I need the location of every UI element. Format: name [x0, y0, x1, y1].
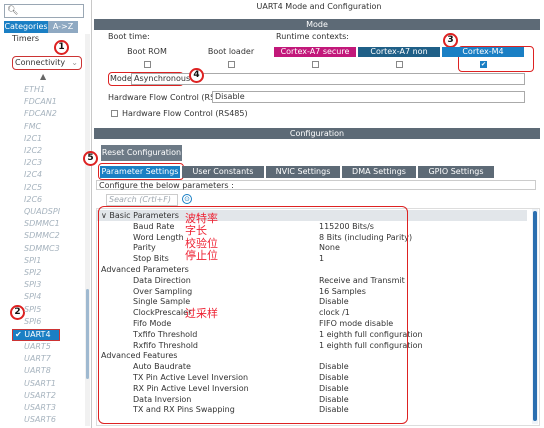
peripheral-spi4[interactable]: SPI4	[24, 292, 41, 301]
annot-oversample: 过采样	[185, 307, 218, 320]
peripheral-fmc[interactable]: FMC	[24, 122, 41, 131]
annot-stop: 停止位	[185, 249, 218, 262]
peripheral-uart4[interactable]: ✔ UART4	[12, 329, 60, 341]
rs485-checkbox[interactable]	[111, 110, 118, 117]
tab-user-constants[interactable]: User Constants	[182, 166, 264, 178]
peripheral-eth1[interactable]: ETH1	[24, 85, 45, 94]
peripheral-i2c4[interactable]: I2C4	[24, 170, 42, 179]
context-header-0: Boot ROM	[106, 47, 188, 57]
param-scrollbar[interactable]	[532, 209, 538, 424]
context-checkbox-4[interactable]: ✔	[480, 61, 487, 68]
boot-time-label: Boot time:	[108, 32, 150, 41]
category-timers[interactable]: Timers	[12, 34, 39, 43]
peripheral-i2c2[interactable]: I2C2	[24, 146, 42, 155]
tab-nvic-settings[interactable]: NVIC Settings	[266, 166, 340, 178]
hw-flow-rs232-select[interactable]: Disable	[212, 91, 525, 103]
context-header-4: Cortex-M4	[442, 47, 524, 57]
peripheral-uart7[interactable]: UART7	[24, 354, 51, 363]
peripheral-spi5[interactable]: SPI5	[24, 305, 41, 314]
tab-gpio-settings[interactable]: GPIO Settings	[418, 166, 494, 178]
callout-1: 1	[54, 40, 69, 55]
peripheral-label: UART4	[24, 330, 51, 339]
context-checkbox-1[interactable]	[228, 61, 235, 68]
peripheral-usart2[interactable]: USART2	[24, 391, 56, 400]
tab-dma-settings[interactable]: DMA Settings	[342, 166, 416, 178]
peripheral-i2c5[interactable]: I2C5	[24, 183, 42, 192]
runtime-contexts-label: Runtime contexts:	[276, 32, 349, 41]
peripheral-i2c1[interactable]: I2C1	[24, 134, 42, 143]
scrollbar-thumb[interactable]	[86, 289, 89, 379]
peripheral-quadspi[interactable]: QUADSPI	[24, 207, 60, 216]
configuration-header: Configuration	[94, 128, 540, 139]
peripheral-sdmmc3[interactable]: SDMMC3	[24, 244, 60, 253]
context-header-3: Cortex-A7 non secure	[358, 47, 440, 66]
tab-parameter-settings[interactable]: Parameter Settings	[100, 166, 180, 178]
search-icon: 🔍︎	[7, 6, 19, 16]
peripheral-sdmmc1[interactable]: SDMMC1	[24, 219, 60, 228]
configure-text: Configure the below parameters :	[96, 180, 536, 190]
peripheral-spi2[interactable]: SPI2	[24, 268, 41, 277]
callout-4: 4	[189, 68, 204, 83]
tab-categories[interactable]: Categories	[4, 21, 48, 33]
peripheral-usart6[interactable]: USART6	[24, 415, 56, 424]
callout-3: 3	[443, 33, 458, 48]
window-title: UART4 Mode and Configuration	[256, 2, 382, 11]
reset-configuration-button[interactable]: Reset Configuration	[101, 145, 182, 161]
peripheral-spi6[interactable]: SPI6	[24, 317, 41, 326]
peripheral-uart5[interactable]: UART5	[24, 342, 51, 351]
sidebar: 🔍︎ Categories A->Z Timers Connectivity ⌄…	[0, 0, 92, 428]
collapse-arrow-icon[interactable]: ▲	[40, 72, 46, 81]
mode-header: Mode	[94, 19, 540, 30]
peripheral-usart1[interactable]: USART1	[24, 379, 56, 388]
peripheral-i2c6[interactable]: I2C6	[24, 195, 42, 204]
chevron-down-icon: ⌄	[71, 58, 78, 67]
context-header-2: Cortex-A7 secure	[274, 47, 356, 57]
callout-2: 2	[10, 305, 25, 320]
peripheral-i2c3[interactable]: I2C3	[24, 158, 42, 167]
peripheral-fdcan2[interactable]: FDCAN2	[24, 109, 57, 118]
context-checkbox-3[interactable]	[396, 61, 403, 68]
connectivity-label: Connectivity	[15, 58, 66, 67]
parameter-highlight	[98, 206, 408, 424]
param-scrollbar-thumb[interactable]	[533, 211, 537, 421]
search-input[interactable]: 🔍︎	[4, 4, 84, 18]
peripheral-usart3[interactable]: USART3	[24, 403, 56, 412]
peripheral-sdmmc2[interactable]: SDMMC2	[24, 231, 60, 240]
peripheral-fdcan1[interactable]: FDCAN1	[24, 97, 57, 106]
peripheral-spi1[interactable]: SPI1	[24, 256, 41, 265]
param-search-input[interactable]: Search (Crtl+F)	[106, 194, 178, 206]
hw-flow-rs485-label: Hardware Flow Control (RS485)	[122, 109, 248, 118]
peripheral-spi3[interactable]: SPI3	[24, 280, 41, 289]
context-checkbox-0[interactable]	[144, 61, 151, 68]
sidebar-scrollbar[interactable]	[85, 34, 90, 426]
context-header-1: Boot loader	[190, 47, 272, 57]
connectivity-select[interactable]: Connectivity ⌄	[12, 56, 82, 70]
peripheral-uart8[interactable]: UART8	[24, 366, 51, 375]
mode-label: Mode	[110, 74, 132, 83]
context-checkbox-2[interactable]	[312, 61, 319, 68]
main-panel: UART4 Mode and Configuration Mode Boot t…	[83, 0, 544, 428]
callout-5: 5	[83, 151, 98, 166]
tab-a-z[interactable]: A->Z	[48, 21, 78, 33]
search-option-icon[interactable]: ⊙	[182, 194, 192, 204]
